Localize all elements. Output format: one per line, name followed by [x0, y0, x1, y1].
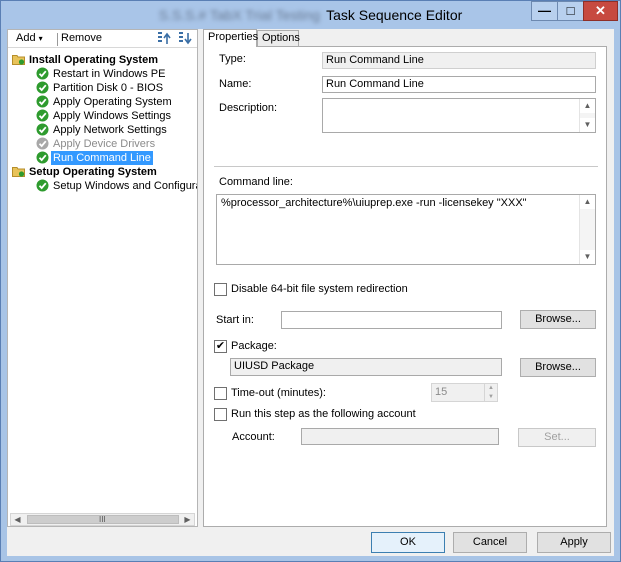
title-bar: S.S.S.# TabX Trial Testing Task Sequence … [1, 1, 620, 29]
remove-button[interactable]: Remove [61, 32, 102, 44]
move-down-icon[interactable] [178, 31, 194, 46]
scroll-down-icon[interactable]: ▼ [580, 250, 595, 264]
description-field[interactable]: ▲ ▼ [322, 98, 596, 133]
scroll-track[interactable] [580, 209, 595, 250]
check-circle-icon [36, 81, 49, 94]
command-line-label: Command line: [219, 176, 293, 188]
tab-options[interactable]: Options [257, 30, 300, 46]
type-label: Type: [219, 53, 246, 65]
section-divider [214, 166, 598, 167]
tree-step-label: Apply Network Settings [53, 124, 167, 136]
start-in-label: Start in: [216, 314, 254, 326]
task-sequence-tree: Install Operating System Restart in Wind… [8, 50, 197, 515]
disabled-check-icon [36, 137, 49, 150]
window-title-prefix: S.S.S.# TabX Trial Testing [158, 7, 321, 23]
account-label: Account: [232, 431, 275, 443]
properties-panel: Type: Run Command Line Name: Run Command… [203, 46, 607, 527]
task-sequence-editor-window: S.S.S.# TabX Trial Testing Task Sequence … [0, 0, 621, 562]
description-scrollbar[interactable]: ▲ ▼ [579, 99, 595, 132]
minimize-button[interactable]: — [531, 1, 558, 21]
cancel-button[interactable]: Cancel [453, 532, 527, 553]
tree-toolbar: Add ▾ Remove [8, 30, 197, 48]
package-label: Package: [231, 340, 277, 352]
tree-step-label: Apply Device Drivers [53, 138, 156, 150]
timeout-stepper[interactable]: 15 ▲ ▼ [431, 383, 498, 402]
tree-step-label: Partition Disk 0 - BIOS [53, 82, 164, 94]
scroll-up-icon[interactable]: ▲ [580, 99, 595, 113]
toolbar-separator [57, 33, 58, 46]
scroll-thumb[interactable]: III [27, 515, 179, 524]
command-line-field[interactable]: %processor_architecture%\uiuprep.exe -ru… [216, 194, 596, 265]
disable-redirect-label: Disable 64-bit file system redirection [231, 283, 408, 295]
name-field[interactable]: Run Command Line [322, 76, 596, 93]
check-circle-icon [36, 151, 49, 164]
client-area: Add ▾ Remove Install Operating System Re… [7, 29, 614, 556]
start-in-browse-button[interactable]: Browse... [520, 310, 596, 329]
close-button[interactable]: ✕ [583, 1, 618, 21]
add-menu-button[interactable]: Add ▾ [16, 32, 43, 44]
add-label: Add [16, 32, 36, 44]
tree-step-label: Restart in Windows PE [53, 68, 166, 80]
check-circle-icon [36, 109, 49, 122]
command-line-text: %processor_architecture%\uiuprep.exe -ru… [221, 197, 527, 209]
ok-button[interactable]: OK [371, 532, 445, 553]
tab-strip: Properties Options [203, 29, 607, 47]
task-tree-pane: Add ▾ Remove Install Operating System Re… [7, 29, 198, 527]
set-account-button[interactable]: Set... [518, 428, 596, 447]
tree-group-label: Install Operating System [29, 54, 158, 66]
check-circle-icon [36, 179, 49, 192]
tree-step-label: Apply Windows Settings [53, 110, 171, 122]
check-circle-icon [36, 123, 49, 136]
scroll-right-icon[interactable]: ▶ [181, 514, 194, 525]
check-circle-icon [36, 95, 49, 108]
maximize-button[interactable]: □ [557, 1, 584, 21]
tree-step-label: Run Command Line [51, 151, 153, 165]
checkmark-icon: ✔ [215, 340, 226, 352]
start-in-field[interactable] [281, 311, 502, 329]
account-field [301, 428, 499, 445]
tree-horizontal-scrollbar[interactable]: ◀ III ▶ [10, 513, 195, 526]
scroll-down-icon[interactable]: ▼ [580, 118, 595, 132]
check-circle-icon [36, 67, 49, 80]
timeout-label: Time-out (minutes): [231, 387, 326, 399]
tab-properties[interactable]: Properties [203, 29, 258, 47]
move-up-icon[interactable] [157, 31, 173, 46]
apply-button[interactable]: Apply [537, 532, 611, 553]
timeout-value: 15 [435, 386, 448, 398]
folder-icon [12, 167, 25, 177]
package-browse-button[interactable]: Browse... [520, 358, 596, 377]
disable-redirect-checkbox[interactable] [214, 283, 227, 296]
command-line-scrollbar[interactable]: ▲ ▼ [579, 195, 595, 264]
scroll-up-icon[interactable]: ▲ [580, 195, 595, 209]
spin-up-icon[interactable]: ▲ [485, 384, 497, 392]
package-field: UIUSD Package [230, 358, 502, 376]
chevron-down-icon: ▾ [38, 34, 43, 43]
tree-step-label: Apply Operating System [53, 96, 172, 108]
window-title-text: Task Sequence Editor [326, 7, 463, 23]
package-checkbox[interactable]: ✔ [214, 340, 227, 353]
spin-down-icon[interactable]: ▼ [485, 393, 497, 401]
run-as-checkbox[interactable] [214, 408, 227, 421]
folder-icon [12, 55, 25, 65]
type-field: Run Command Line [322, 52, 596, 69]
tree-group-label: Setup Operating System [29, 166, 157, 178]
timeout-spin-buttons[interactable]: ▲ ▼ [484, 384, 497, 401]
run-as-label: Run this step as the following account [231, 408, 416, 420]
description-label: Description: [219, 102, 278, 114]
tree-step-label: Setup Windows and Configuration [53, 180, 197, 192]
window-title: S.S.S.# TabX Trial Testing Task Sequence … [1, 1, 620, 29]
timeout-checkbox[interactable] [214, 387, 227, 400]
name-label: Name: [219, 78, 252, 90]
scroll-left-icon[interactable]: ◀ [11, 514, 24, 525]
grip-icon: III [99, 515, 106, 524]
